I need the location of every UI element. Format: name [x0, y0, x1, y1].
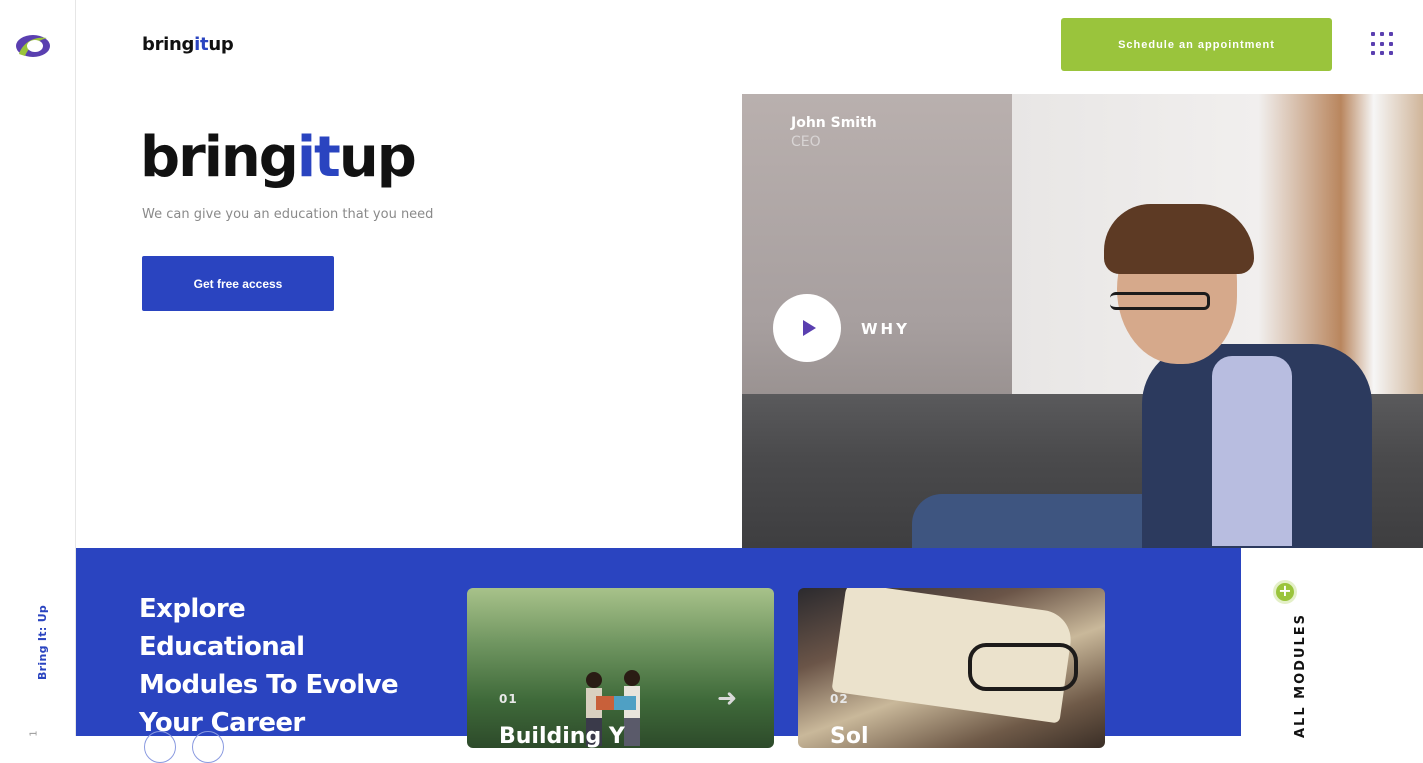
modules-title: Explore Educational Modules To Evolve Yo…	[139, 594, 399, 738]
hero-title-part: up	[338, 125, 417, 190]
hero-title-part: bring	[140, 125, 299, 190]
get-free-access-button[interactable]: Get free access	[142, 256, 334, 311]
modules-section: Explore Educational Modules To Evolve Yo…	[76, 548, 1241, 763]
module-title: Building Y	[499, 724, 625, 748]
photo-person-shirt	[1212, 356, 1292, 546]
module-title: Sol	[830, 724, 869, 748]
all-modules-label[interactable]: ALL MODULES	[1293, 613, 1308, 738]
hero-subtitle: We can give you an education that you ne…	[142, 207, 434, 222]
arrow-right-icon[interactable]: ➜	[717, 684, 737, 712]
brand-logo-icon[interactable]	[15, 32, 51, 60]
hero-title-highlight: it	[296, 125, 341, 190]
hero-title: bringitup	[140, 125, 417, 190]
play-icon	[803, 320, 816, 336]
brand-text-part: up	[208, 34, 234, 55]
brand-text-highlight: it	[194, 34, 209, 55]
module-card[interactable]: 02 Sol	[798, 588, 1105, 748]
module-number: 01	[499, 692, 518, 706]
photo-person-hair	[1104, 204, 1254, 274]
photo-person-legs	[912, 494, 1172, 548]
hero-video-image: John Smith CEO WHY	[742, 94, 1423, 548]
header-brand-logo[interactable]: bringitup	[142, 34, 234, 55]
card-image-glasses	[968, 643, 1078, 691]
module-card[interactable]: 01 ➜ Building Y	[467, 588, 774, 748]
rail-vertical-label: Bring It: Up	[36, 604, 49, 680]
schedule-appointment-button[interactable]: Schedule an appointment	[1061, 18, 1332, 71]
play-video-button[interactable]	[773, 294, 841, 362]
play-video-label: WHY	[861, 320, 910, 338]
plus-icon[interactable]: +	[1273, 580, 1297, 604]
person-role: CEO	[791, 134, 821, 150]
photo-person-glasses	[1110, 292, 1210, 310]
brand-text-part: bring	[142, 34, 195, 55]
grid-menu-icon[interactable]	[1371, 32, 1395, 56]
person-name: John Smith	[791, 115, 877, 131]
left-rail: Bring It: Up 1	[0, 0, 76, 737]
all-modules-panel[interactable]: + ALL MODULES	[1241, 548, 1327, 738]
module-number: 02	[830, 692, 849, 706]
